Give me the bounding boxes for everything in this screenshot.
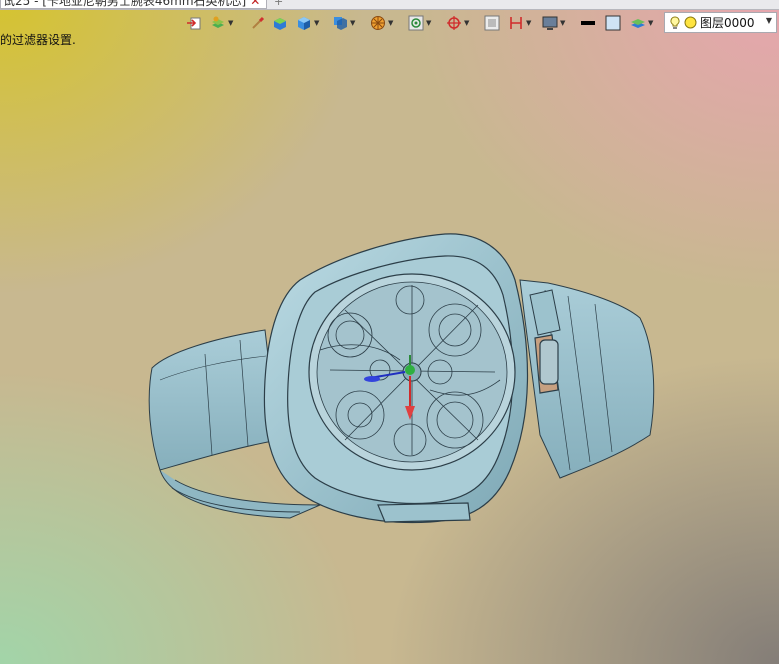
watch-dial — [308, 273, 516, 471]
watch-model[interactable] — [0, 0, 779, 664]
3d-viewport[interactable]: 试25 - [卡地亚尼朝男士腕表46mm石英机芯]✕ + ▼ ▼ ▼ ▼ ▼ — [0, 0, 779, 664]
